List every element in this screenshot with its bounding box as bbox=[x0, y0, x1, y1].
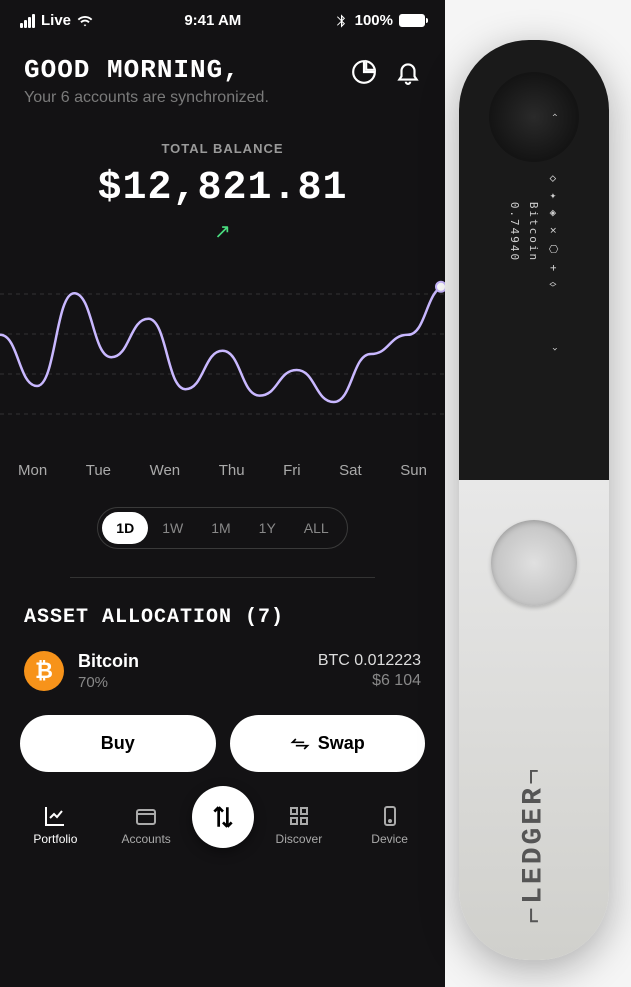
greeting-title: GOOD MORNING, bbox=[24, 55, 269, 85]
day-label: Tue bbox=[86, 462, 111, 479]
tab-bar: Portfolio Accounts Discover Device bbox=[0, 784, 445, 870]
balance-chart[interactable] bbox=[0, 254, 445, 444]
day-label: Sun bbox=[400, 462, 427, 479]
carrier-label: Live bbox=[41, 12, 71, 29]
buy-label: Buy bbox=[101, 733, 135, 754]
asset-row[interactable]: ₿ Bitcoin 70% BTC 0.012223 $6 104 bbox=[24, 629, 421, 691]
swap-button[interactable]: Swap bbox=[230, 715, 426, 772]
device-icon bbox=[378, 804, 402, 828]
hardware-wallet: ‹ ◇ ✦ ◈ ✕ ⬡ + ⬨ › Bitcoin 0.74940 ⌐LEDGE… bbox=[459, 40, 609, 960]
trend-up-icon: ↗ bbox=[214, 219, 231, 244]
swap-label: Swap bbox=[318, 733, 365, 754]
wallet-icon bbox=[134, 804, 158, 828]
range-1y[interactable]: 1Y bbox=[245, 512, 290, 544]
device-brand: ⌐LEDGER¬ bbox=[519, 765, 550, 923]
tab-portfolio[interactable]: Portfolio bbox=[10, 804, 101, 846]
device-top: ‹ ◇ ✦ ◈ ✕ ⬡ + ⬨ › Bitcoin 0.74940 bbox=[459, 40, 609, 480]
greeting-subtitle: Your 6 accounts are synchronized. bbox=[24, 89, 269, 107]
signal-icon bbox=[20, 14, 35, 28]
asset-allocation-section: ASSET ALLOCATION (7) ₿ Bitcoin 70% BTC 0… bbox=[0, 578, 445, 691]
battery-icon bbox=[399, 14, 425, 27]
asset-pct: 70% bbox=[78, 674, 304, 691]
range-1d[interactable]: 1D bbox=[102, 512, 148, 544]
chart-x-labels: Mon Tue Wen Thu Fri Sat Sun bbox=[0, 444, 445, 479]
transfer-fab[interactable] bbox=[192, 786, 254, 848]
device-button-bottom[interactable] bbox=[491, 520, 577, 606]
wifi-icon bbox=[77, 13, 93, 29]
status-bar: Live 9:41 AM 100% bbox=[0, 0, 445, 37]
tab-accounts[interactable]: Accounts bbox=[101, 804, 192, 846]
balance-section: TOTAL BALANCE $12,821.81 ↗ bbox=[0, 117, 445, 254]
bitcoin-icon: ₿ bbox=[24, 651, 64, 691]
asset-name: Bitcoin bbox=[78, 651, 304, 672]
header: GOOD MORNING, Your 6 accounts are synchr… bbox=[0, 37, 445, 117]
bell-icon[interactable] bbox=[395, 59, 421, 85]
battery-pct: 100% bbox=[355, 12, 393, 29]
swap-icon bbox=[290, 734, 310, 754]
tab-device[interactable]: Device bbox=[344, 804, 435, 846]
range-all[interactable]: ALL bbox=[290, 512, 343, 544]
allocation-title: ASSET ALLOCATION (7) bbox=[24, 606, 421, 629]
pie-chart-icon[interactable] bbox=[351, 59, 377, 85]
balance-label: TOTAL BALANCE bbox=[0, 141, 445, 156]
asset-fiat: $6 104 bbox=[318, 672, 421, 690]
bluetooth-icon bbox=[333, 13, 349, 29]
tab-discover[interactable]: Discover bbox=[254, 804, 345, 846]
phone-frame: Live 9:41 AM 100% GOOD MORNING, Your 6 a… bbox=[0, 0, 445, 987]
day-label: Thu bbox=[219, 462, 245, 479]
range-1m[interactable]: 1M bbox=[197, 512, 244, 544]
transfer-icon bbox=[210, 804, 236, 830]
device-bottom: ⌐LEDGER¬ bbox=[459, 480, 609, 960]
action-buttons: Buy Swap bbox=[0, 691, 445, 784]
day-label: Fri bbox=[283, 462, 301, 479]
status-time: 9:41 AM bbox=[184, 12, 241, 29]
device-screen: ‹ ◇ ✦ ◈ ✕ ⬡ + ⬨ › Bitcoin 0.74940 bbox=[502, 112, 566, 352]
grid-icon bbox=[287, 804, 311, 828]
chart-line-icon bbox=[43, 804, 67, 828]
range-selector: 1D1W1M1YALL bbox=[97, 507, 347, 549]
device-asset-value: 0.74940 bbox=[508, 202, 521, 262]
device-asset-label: Bitcoin bbox=[527, 202, 540, 262]
day-label: Mon bbox=[18, 462, 47, 479]
day-label: Wen bbox=[150, 462, 181, 479]
day-label: Sat bbox=[339, 462, 362, 479]
balance-amount: $12,821.81 bbox=[0, 166, 445, 211]
buy-button[interactable]: Buy bbox=[20, 715, 216, 772]
range-1w[interactable]: 1W bbox=[148, 512, 197, 544]
asset-amount: BTC 0.012223 bbox=[318, 652, 421, 670]
